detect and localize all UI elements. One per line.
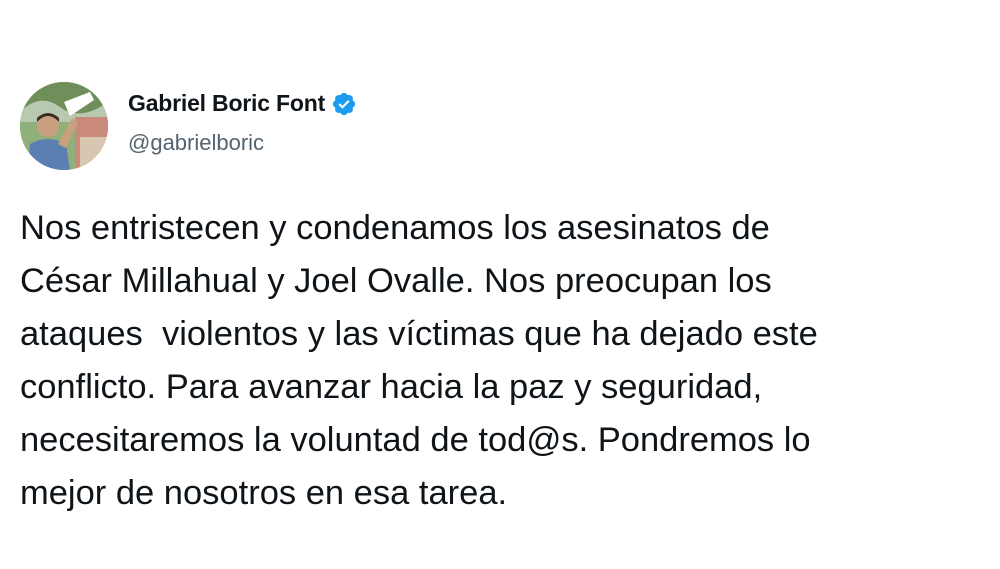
tweet-line: César Millahual y Joel Ovalle. Nos preoc…	[20, 262, 772, 300]
tweet-line: Nos entristecen y condenamos los asesina…	[20, 209, 770, 247]
tweet-line: ataques violentos y las víctimas que ha …	[20, 315, 818, 353]
tweet-line: mejor de nosotros en esa tarea.	[20, 474, 508, 512]
author-name[interactable]: Gabriel Boric Font	[128, 90, 357, 117]
author-avatar[interactable]	[20, 82, 108, 170]
author-name-text: Gabriel Boric Font	[128, 90, 326, 116]
tweet-card: Gabriel Boric Font @gabrielboric Nos ent…	[0, 0, 1000, 569]
tweet-body: Nos entristecen y condenamos los asesina…	[20, 202, 990, 520]
verified-badge-icon	[331, 91, 357, 117]
profile-photo-icon	[20, 82, 108, 170]
author-handle[interactable]: @gabrielboric	[128, 130, 264, 156]
tweet-line: necesitaremos la voluntad de tod@s. Pond…	[20, 421, 811, 459]
tweet-line: conflicto. Para avanzar hacia la paz y s…	[20, 368, 763, 406]
